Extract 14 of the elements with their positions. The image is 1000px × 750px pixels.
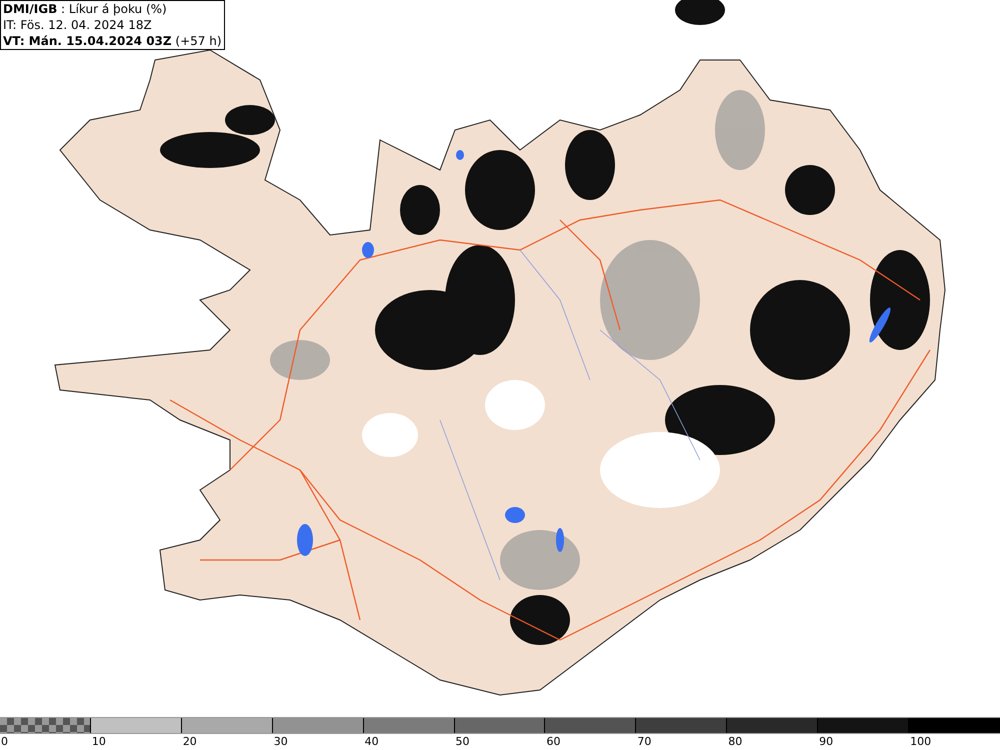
legend-tick-label: 90 — [819, 734, 834, 750]
legend-tick-label: 100 — [910, 734, 932, 750]
legend-tick-label: 60 — [546, 734, 560, 750]
valid-time: VT: Mán. 15.04.2024 03Z (+57 h) — [3, 33, 222, 49]
legend-tick-label: 0 — [1, 734, 8, 750]
legend-tick-label: 20 — [182, 734, 197, 750]
issue-time: IT: Fös. 12. 04. 2024 18Z — [3, 17, 153, 33]
legend-tick-label: 70 — [637, 734, 652, 750]
legend-tick-label: 80 — [728, 734, 742, 750]
legend-tick-label: 10 — [92, 734, 106, 750]
legend-tick-label: 30 — [274, 734, 288, 750]
map-title: DMI/IGB : Líkur á þoku (%) — [3, 1, 168, 17]
legend-tick-label: 40 — [364, 734, 379, 750]
legend-tick-label: 50 — [456, 734, 470, 750]
